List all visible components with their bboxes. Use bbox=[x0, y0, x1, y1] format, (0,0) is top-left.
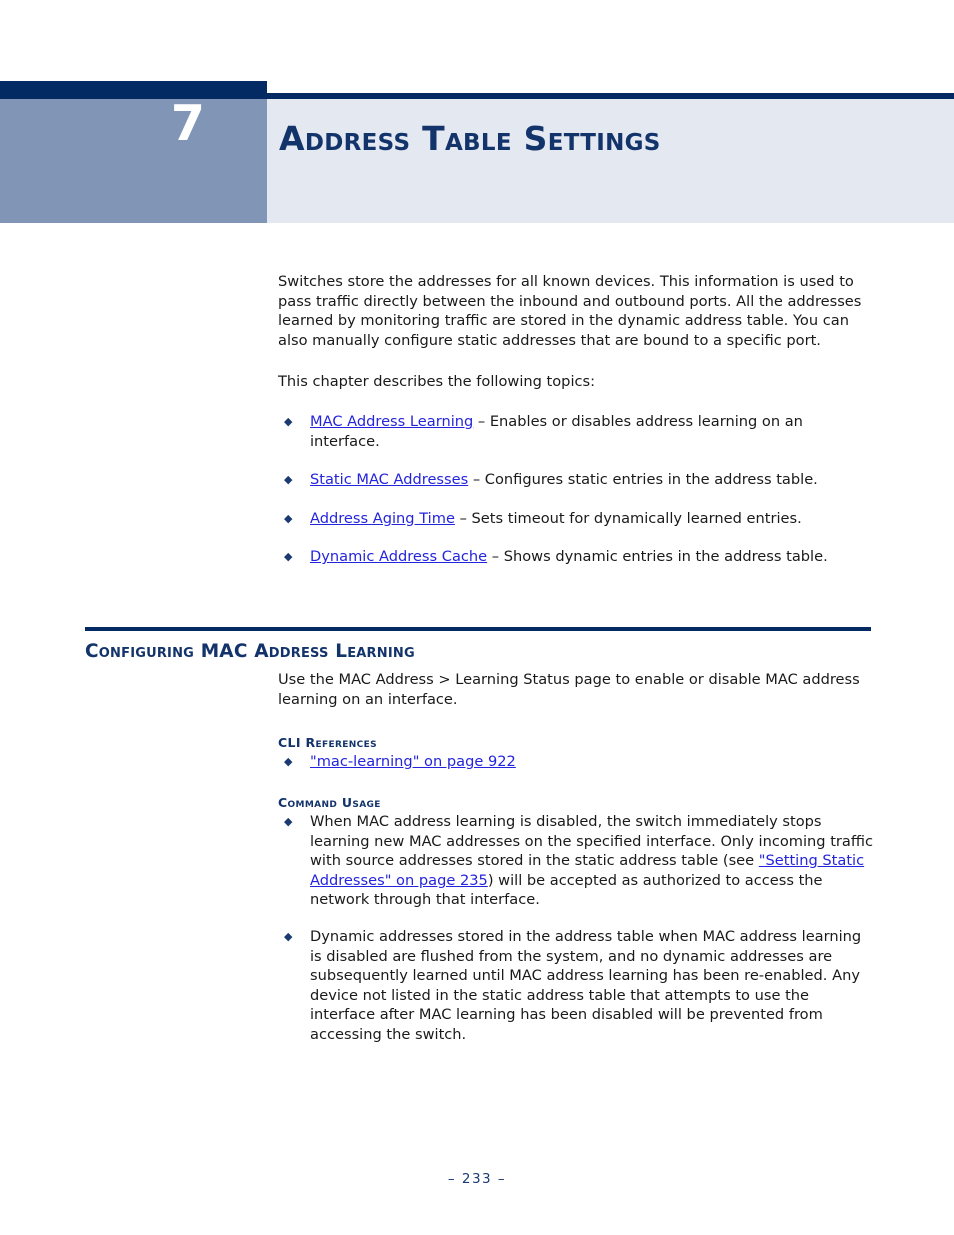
intro-paragraph-2: This chapter describes the following top… bbox=[278, 373, 596, 391]
section-header: Configuring MAC Address Learning bbox=[85, 627, 871, 662]
list-item: ◆ Dynamic addresses stored in the address… bbox=[278, 927, 874, 1045]
page-title: Address Table Settings bbox=[279, 119, 661, 158]
command-usage-heading: Command Usage bbox=[278, 795, 381, 810]
topic-description: – Configures static entries in the addre… bbox=[468, 471, 818, 489]
topic-link-static-mac-addresses[interactable]: Static MAC Addresses bbox=[310, 471, 468, 488]
diamond-bullet-icon: ◆ bbox=[284, 473, 293, 487]
chapter-title-block: Address Table Settings bbox=[267, 99, 954, 223]
diamond-bullet-icon: ◆ bbox=[284, 511, 293, 525]
section-title: Configuring MAC Address Learning bbox=[85, 641, 415, 662]
topic-description: – Sets timeout for dynamically learned e… bbox=[454, 509, 802, 527]
diamond-bullet-icon: ◆ bbox=[284, 755, 293, 768]
topic-description: – Shows dynamic entries in the address t… bbox=[487, 548, 828, 566]
cli-reference-link-mac-learning[interactable]: "mac-learning" on page 922 bbox=[310, 753, 516, 770]
section-divider bbox=[85, 627, 871, 631]
section-intro-paragraph: Use the MAC Address > Learning Status pa… bbox=[278, 671, 860, 708]
diamond-bullet-icon: ◆ bbox=[284, 929, 293, 943]
diamond-bullet-icon: ◆ bbox=[284, 815, 293, 828]
chapter-header: 7 Address Table Settings bbox=[0, 81, 954, 223]
intro-content: Switches store the addresses for all kno… bbox=[278, 272, 874, 567]
diamond-bullet-icon: ◆ bbox=[284, 550, 293, 564]
list-item: ◆ MAC Address Learning – Enables or disab… bbox=[278, 412, 874, 451]
intro-paragraph-1: Switches store the addresses for all kno… bbox=[278, 273, 862, 349]
list-item: ◆ Address Aging Time – Sets timeout for d… bbox=[278, 509, 874, 529]
cli-references-block: CLI References ◆ "mac-learning" on page 9… bbox=[278, 735, 874, 772]
command-usage-block: Command Usage ◆ When MAC address learning… bbox=[278, 795, 874, 1062]
chapter-number: 7 bbox=[170, 95, 205, 152]
topics-list: ◆ MAC Address Learning – Enables or disab… bbox=[278, 412, 874, 567]
topic-link-mac-address-learning[interactable]: MAC Address Learning bbox=[310, 413, 473, 430]
chapter-number-block: 7 bbox=[0, 81, 267, 223]
command-usage-text-before: Dynamic addresses stored in the address … bbox=[310, 927, 862, 1043]
diamond-bullet-icon: ◆ bbox=[284, 414, 293, 428]
cli-references-heading: CLI References bbox=[278, 735, 377, 750]
page-number: – 233 – bbox=[447, 1171, 507, 1187]
list-item: ◆ Dynamic Address Cache – Shows dynamic e… bbox=[278, 547, 874, 567]
list-item: ◆ Static MAC Addresses – Configures stati… bbox=[278, 470, 874, 490]
page-footer: – 233 – bbox=[0, 1171, 954, 1187]
list-item: ◆ When MAC address learning is disabled, … bbox=[278, 812, 874, 910]
section-intro-block: Use the MAC Address > Learning Status pa… bbox=[278, 670, 874, 731]
topic-link-address-aging-time[interactable]: Address Aging Time bbox=[310, 510, 455, 527]
topic-link-dynamic-address-cache[interactable]: Dynamic Address Cache bbox=[310, 548, 487, 565]
list-item: ◆ "mac-learning" on page 922 bbox=[278, 752, 874, 772]
